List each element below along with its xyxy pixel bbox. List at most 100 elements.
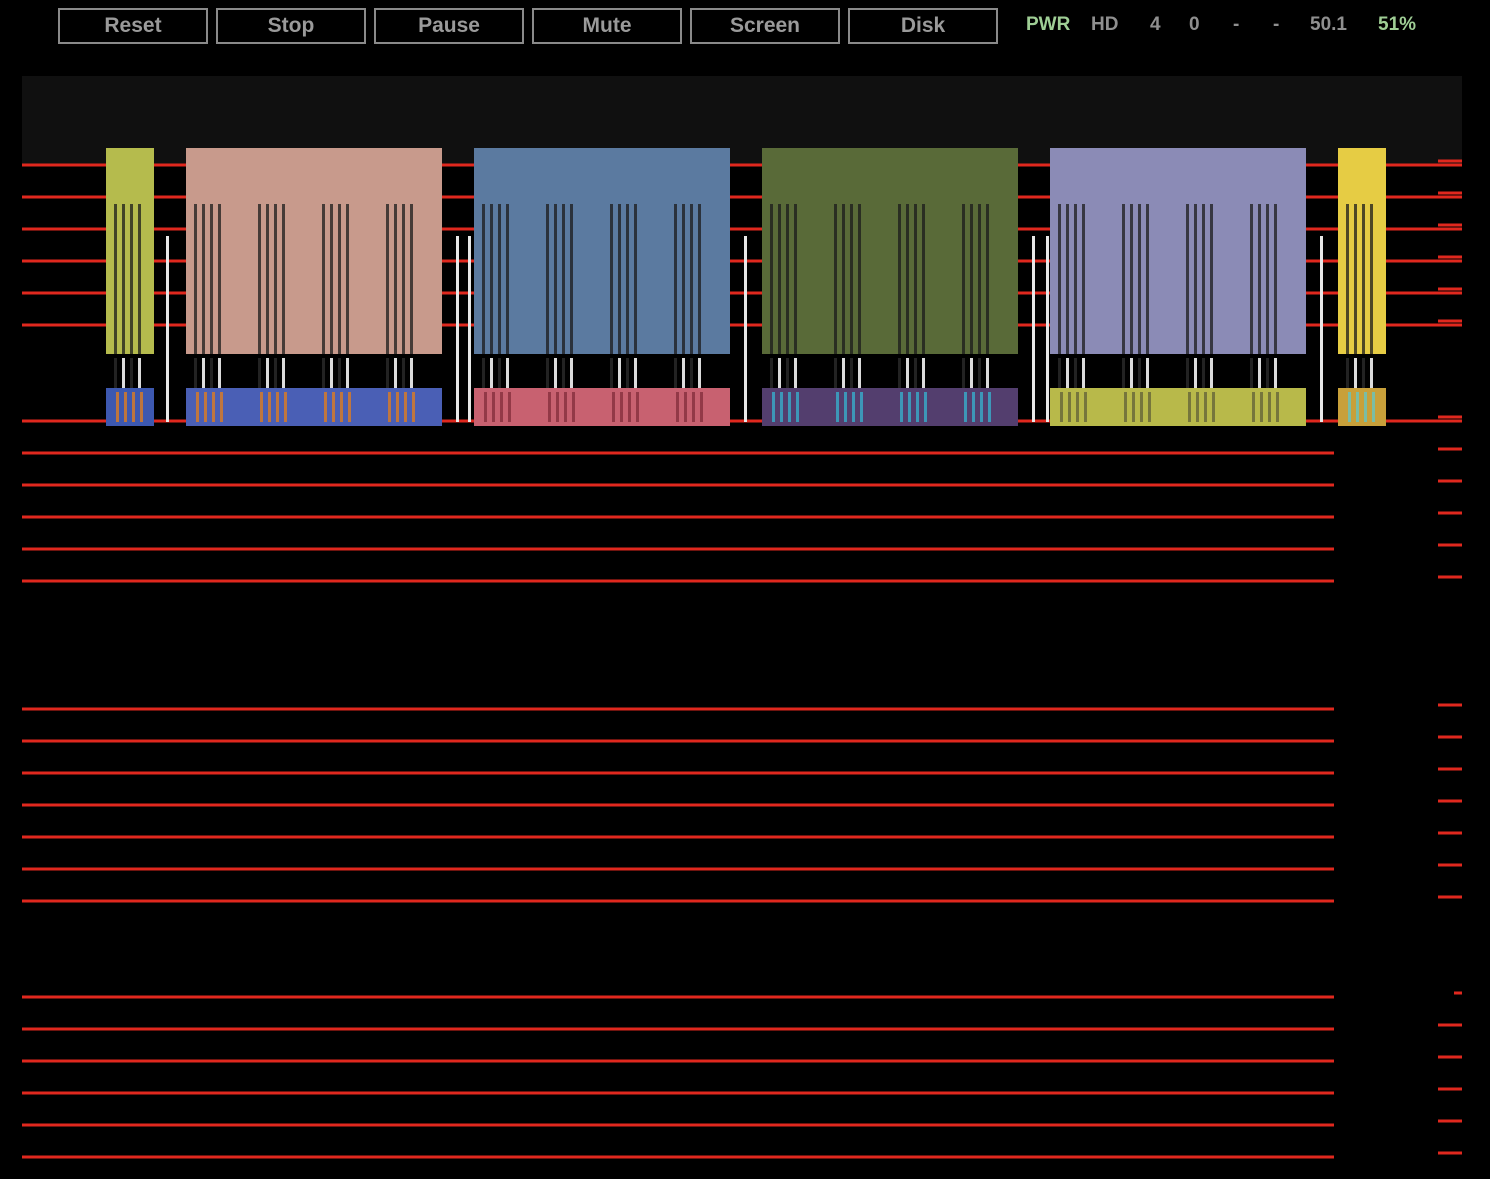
- pattern-bar-accent: [1276, 392, 1279, 422]
- pattern-bar-accent: [396, 392, 399, 422]
- pattern-bar-light: [778, 358, 781, 388]
- pattern-bar-light: [490, 358, 493, 388]
- pattern-bar-light: [1362, 358, 1365, 388]
- pattern-bar-light: [138, 358, 141, 388]
- pattern-bar-light: [618, 358, 621, 388]
- pattern-bar-accent: [412, 392, 415, 422]
- pattern-bar-light: [682, 358, 685, 388]
- pattern-bar-light: [914, 358, 917, 388]
- pattern-bar-accent: [916, 392, 919, 422]
- pattern-bar-light: [394, 358, 397, 388]
- pattern-bar-light: [858, 358, 861, 388]
- pattern-bar-accent: [980, 392, 983, 422]
- pattern-bar-accent: [1364, 392, 1367, 422]
- status-field-4: -: [1273, 14, 1280, 35]
- pattern-bar-accent: [556, 392, 559, 422]
- pattern-bar-dark: [402, 204, 405, 354]
- pattern-bar-accent: [628, 392, 631, 422]
- pattern-bar-light: [1274, 358, 1277, 388]
- pattern-bar-light: [130, 358, 133, 388]
- pattern-bar-light: [786, 358, 789, 388]
- pattern-bar-dark: [562, 204, 565, 354]
- pattern-bar-light: [202, 358, 205, 388]
- pattern-bar-light: [1066, 358, 1069, 388]
- pattern-bar-light: [402, 358, 405, 388]
- status-field-3: -: [1233, 14, 1240, 35]
- pattern-bar-dark: [1138, 204, 1141, 354]
- pattern-bar-light: [1122, 358, 1125, 388]
- pattern-bar-accent: [204, 392, 207, 422]
- pattern-bar-dark: [1186, 204, 1189, 354]
- pattern-bar-dark: [194, 204, 197, 354]
- reset-button[interactable]: Reset: [58, 8, 208, 44]
- mute-button[interactable]: Mute: [532, 8, 682, 44]
- pattern-bar-light: [282, 358, 285, 388]
- pattern-bar-light: [1202, 358, 1205, 388]
- separator-bar: [1032, 236, 1035, 422]
- pause-button[interactable]: Pause: [374, 8, 524, 44]
- pattern-bar-accent: [676, 392, 679, 422]
- pattern-bar-light: [1258, 358, 1261, 388]
- pattern-bar-light: [322, 358, 325, 388]
- pattern-bar-accent: [1196, 392, 1199, 422]
- pattern-bar-dark: [778, 204, 781, 354]
- pattern-bar-dark: [1194, 204, 1197, 354]
- pattern-bar-dark: [898, 204, 901, 354]
- pattern-bar-light: [1058, 358, 1061, 388]
- pattern-bar-light: [1074, 358, 1077, 388]
- pattern-bar-dark: [114, 204, 117, 354]
- pattern-bar-dark: [1258, 204, 1261, 354]
- pattern-bar-accent: [1132, 392, 1135, 422]
- pattern-bar-accent: [1124, 392, 1127, 422]
- pattern-bar-accent: [700, 392, 703, 422]
- pattern-bar-dark: [282, 204, 285, 354]
- pattern-bar-light: [194, 358, 197, 388]
- pattern-bar-dark: [1250, 204, 1253, 354]
- pattern-bar-dark: [1370, 204, 1373, 354]
- screen-button[interactable]: Screen: [690, 8, 840, 44]
- pattern-bar-dark: [338, 204, 341, 354]
- pattern-bar-accent: [1204, 392, 1207, 422]
- pattern-bar-dark: [610, 204, 613, 354]
- pattern-bar-accent: [1188, 392, 1191, 422]
- pattern-bar-accent: [844, 392, 847, 422]
- pattern-bar-accent: [692, 392, 695, 422]
- pattern-bar-light: [1186, 358, 1189, 388]
- stop-button[interactable]: Stop: [216, 8, 366, 44]
- pattern-bar-dark: [770, 204, 773, 354]
- pattern-bar-dark: [274, 204, 277, 354]
- pattern-bar-light: [690, 358, 693, 388]
- pattern-bar-light: [1146, 358, 1149, 388]
- pattern-bar-light: [842, 358, 845, 388]
- pattern-bar-dark: [482, 204, 485, 354]
- pattern-bar-light: [1194, 358, 1197, 388]
- pattern-bar-accent: [324, 392, 327, 422]
- status-field-1: 4: [1150, 14, 1161, 35]
- pattern-bar-dark: [626, 204, 629, 354]
- disk-button[interactable]: Disk: [848, 8, 998, 44]
- pattern-bar-accent: [1060, 392, 1063, 422]
- pattern-bar-dark: [554, 204, 557, 354]
- pattern-bar-accent: [196, 392, 199, 422]
- pattern-bar-accent: [1252, 392, 1255, 422]
- graphic-block-bottom: [186, 388, 442, 426]
- pattern-bar-light: [634, 358, 637, 388]
- pattern-bar-light: [626, 358, 629, 388]
- pattern-bar-dark: [1122, 204, 1125, 354]
- pattern-bar-dark: [410, 204, 413, 354]
- separator-bar: [456, 236, 459, 422]
- pattern-bar-accent: [332, 392, 335, 422]
- pattern-bar-light: [1346, 358, 1349, 388]
- pattern-bar-accent: [1268, 392, 1271, 422]
- pattern-bar-accent: [684, 392, 687, 422]
- pattern-bar-dark: [970, 204, 973, 354]
- power-indicator: PWR: [1026, 14, 1071, 35]
- percent-readout: 51%: [1378, 14, 1417, 35]
- pattern-bar-light: [906, 358, 909, 388]
- pattern-bar-light: [698, 358, 701, 388]
- pattern-bar-accent: [340, 392, 343, 422]
- pattern-bar-light: [1250, 358, 1253, 388]
- pattern-bar-accent: [348, 392, 351, 422]
- pattern-bar-dark: [618, 204, 621, 354]
- pattern-bar-light: [1130, 358, 1133, 388]
